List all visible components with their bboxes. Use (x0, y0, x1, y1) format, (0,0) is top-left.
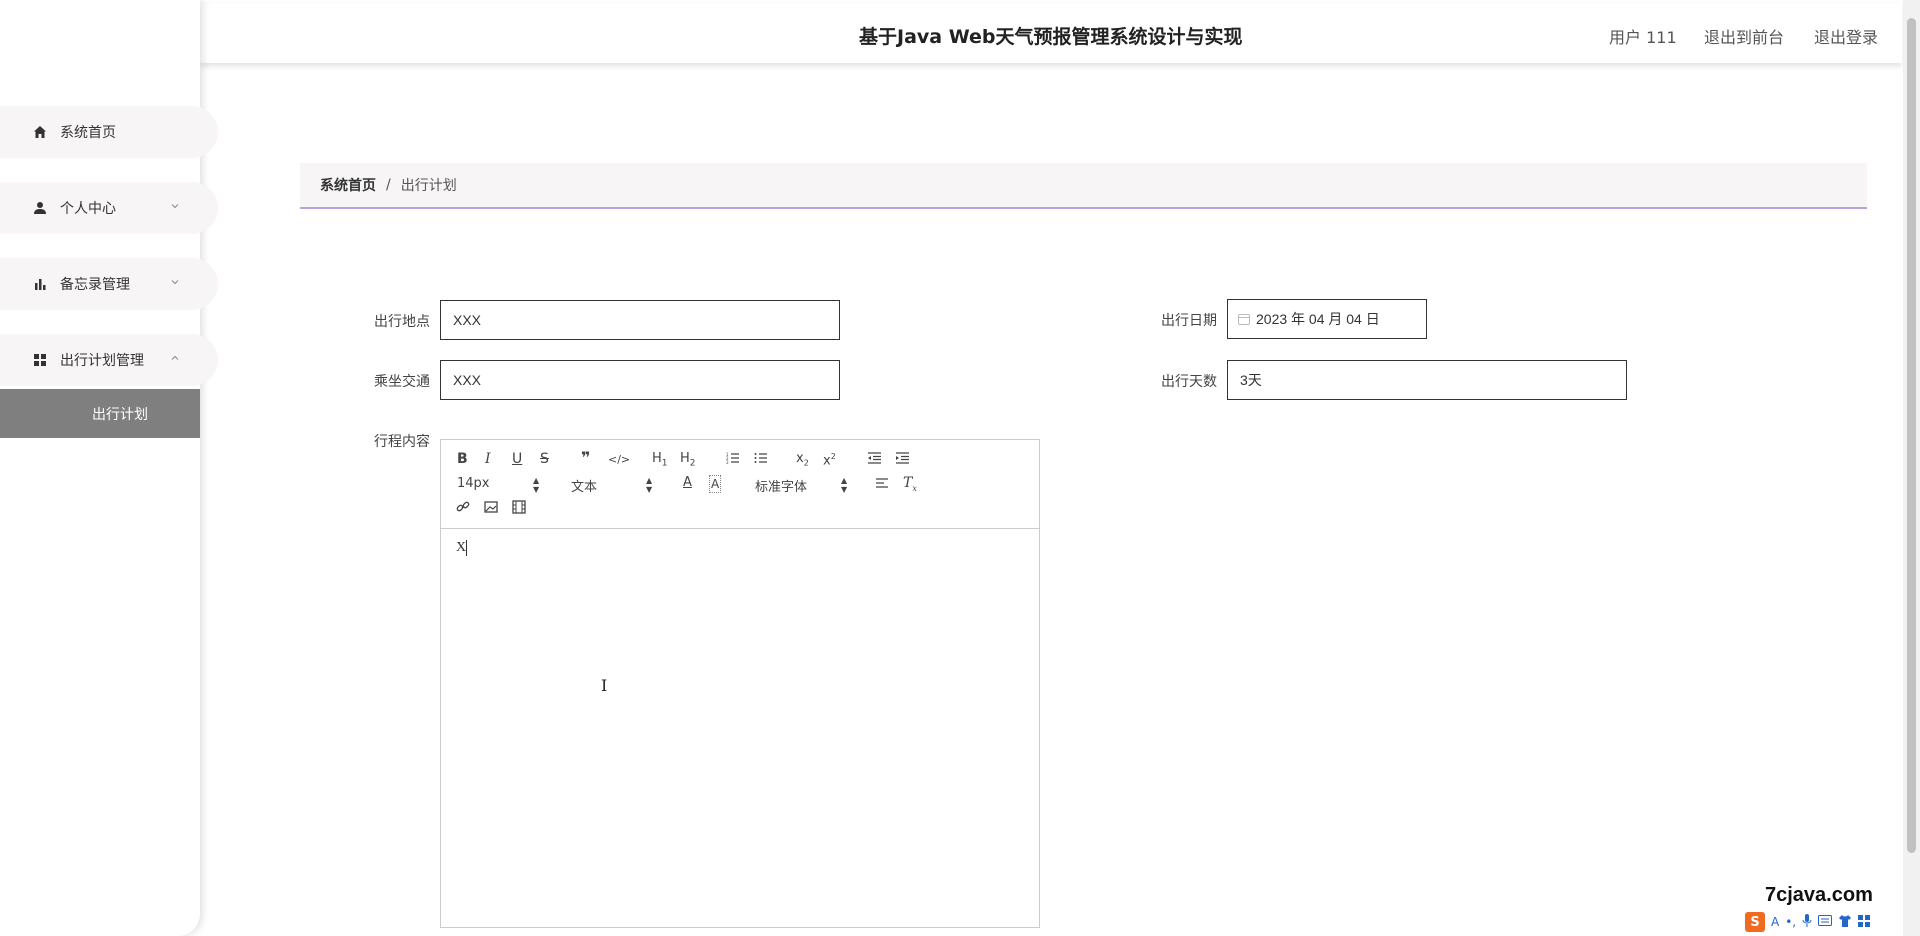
date-value: 2023 年 04 月 04 日 (1256, 311, 1380, 327)
microphone-icon[interactable] (1802, 914, 1812, 930)
rich-text-editor: B I U S ❞ </> H1 H2 123 x2 x2 14px ▲ ▼ 文本… (440, 439, 1040, 928)
ime-logo-icon[interactable]: S (1745, 912, 1765, 932)
italic-icon[interactable]: I (485, 451, 491, 467)
date-label: 出行日期 (1161, 313, 1217, 329)
grid-icon (32, 352, 48, 368)
scrollbar-thumb[interactable] (1907, 18, 1916, 853)
format-select[interactable]: 文本 (571, 476, 597, 495)
font-family-select[interactable]: 标准字体 (755, 476, 807, 495)
chevron-down-icon (171, 204, 179, 209)
text-cursor-icon: I (601, 676, 608, 695)
strikethrough-icon[interactable]: S (540, 451, 549, 467)
code-icon[interactable]: </> (608, 452, 630, 468)
page-scrollbar[interactable] (1903, 0, 1920, 936)
sidebar-item-label: 个人中心 (60, 201, 116, 217)
breadcrumb-current: 出行计划 (400, 178, 457, 194)
location-input[interactable]: XXX (440, 300, 840, 340)
ime-mode[interactable]: A (1771, 915, 1779, 929)
image-icon[interactable] (484, 500, 498, 518)
sidebar-item-label: 备忘录管理 (60, 277, 130, 293)
back-to-front-link[interactable]: 退出到前台 (1704, 24, 1784, 48)
sidebar-item-label: 系统首页 (60, 125, 116, 141)
content-label: 行程内容 (374, 434, 430, 450)
date-input[interactable]: 2023 年 04 月 04 日 (1227, 299, 1427, 339)
sidebar-item-memo[interactable]: 备忘录管理 (0, 258, 218, 310)
ordered-list-icon[interactable]: 123 (726, 451, 740, 469)
select-arrows-icon: ▲ ▼ (646, 476, 653, 494)
top-header: 基于Java Web天气预报管理系统设计与实现 用户 111 退出到前台 退出登… (200, 3, 1902, 63)
watermark: 7cjava.com (1765, 884, 1873, 906)
days-label: 出行天数 (1161, 374, 1217, 390)
app-title: 基于Java Web天气预报管理系统设计与实现 (859, 26, 1243, 48)
sidebar-item-home[interactable]: 系统首页 (0, 106, 218, 158)
calendar-icon (1238, 313, 1250, 325)
ime-toolbar[interactable]: S A •, (1745, 910, 1871, 934)
days-input[interactable]: 3天 (1227, 360, 1627, 400)
breadcrumb: 系统首页 / 出行计划 (300, 163, 1867, 209)
bar-chart-icon (32, 276, 48, 292)
video-icon[interactable] (512, 500, 526, 518)
sidebar: 系统首页 个人中心 备忘录管理 出行计划管理 出行计划 (0, 0, 218, 936)
bullet-list-icon[interactable] (754, 451, 768, 469)
subscript-icon[interactable]: x2 (796, 451, 809, 472)
sidebar-item-profile[interactable]: 个人中心 (0, 182, 218, 234)
keyboard-icon[interactable] (1818, 915, 1833, 929)
location-value: XXX (453, 312, 482, 328)
days-value: 3天 (1240, 372, 1262, 388)
more-apps-icon[interactable] (1858, 914, 1871, 930)
svg-text:3: 3 (726, 460, 729, 465)
link-icon[interactable] (456, 500, 470, 518)
sidebar-item-label: 出行计划管理 (60, 353, 144, 369)
select-arrows-icon: ▲ ▼ (533, 476, 540, 494)
font-color-icon[interactable]: A (683, 475, 692, 491)
clear-format-icon[interactable]: Tx (903, 475, 917, 497)
punctuation-icon[interactable]: •, (1785, 915, 1796, 929)
transport-label: 乘坐交通 (374, 374, 430, 390)
blockquote-icon[interactable]: ❞ (581, 450, 590, 466)
heading2-icon[interactable]: H2 (680, 451, 696, 472)
heading1-icon[interactable]: H1 (652, 451, 668, 472)
logout-link[interactable]: 退出登录 (1814, 24, 1878, 48)
user-link[interactable]: 用户 111 (1609, 24, 1677, 48)
text-caret (466, 540, 468, 556)
select-arrows-icon: ▲ ▼ (841, 476, 848, 494)
font-size-select[interactable]: 14px (457, 476, 490, 491)
bold-icon[interactable]: B (457, 451, 468, 467)
location-label: 出行地点 (374, 314, 430, 330)
underline-icon[interactable]: U (512, 451, 522, 467)
indent-icon[interactable] (895, 451, 910, 469)
editor-text: X (456, 540, 467, 556)
user-icon (32, 200, 48, 216)
sidebar-item-travel-plan[interactable]: 出行计划管理 (0, 334, 218, 386)
breadcrumb-home[interactable]: 系统首页 (320, 175, 376, 195)
superscript-icon[interactable]: x2 (823, 449, 836, 469)
sidebar-subitem-travel-plan[interactable]: 出行计划 (0, 389, 200, 438)
transport-value: XXX (453, 372, 482, 388)
chevron-up-icon (171, 355, 179, 360)
outdent-icon[interactable] (867, 451, 882, 469)
chevron-down-icon (171, 280, 179, 285)
breadcrumb-separator: / (386, 177, 391, 193)
transport-input[interactable]: XXX (440, 360, 840, 400)
editor-content[interactable]: X (456, 540, 468, 556)
background-color-icon[interactable]: A (709, 475, 722, 493)
align-icon[interactable] (875, 477, 889, 493)
editor-toolbar: B I U S ❞ </> H1 H2 123 x2 x2 14px ▲ ▼ 文本… (441, 440, 1039, 529)
home-icon (32, 124, 48, 140)
skin-icon[interactable] (1838, 914, 1852, 930)
